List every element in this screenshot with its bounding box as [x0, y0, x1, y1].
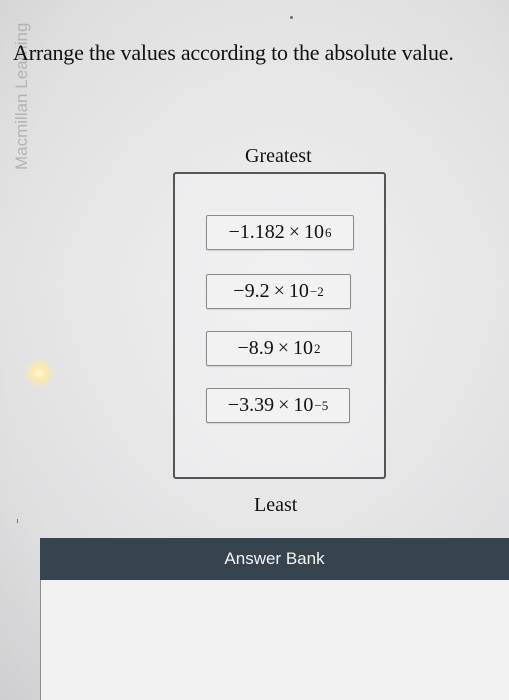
- tile-mantissa: −3.39: [227, 394, 275, 416]
- screen-mark: [17, 519, 18, 523]
- value-tile[interactable]: −1.182 × 10 6: [206, 215, 354, 250]
- times-sign: ×: [273, 280, 285, 302]
- answer-bank-title: Answer Bank: [224, 549, 325, 568]
- question-prompt: Arrange the values according to the abso…: [13, 40, 454, 65]
- value-tile[interactable]: −9.2 × 10 −2: [206, 274, 351, 309]
- tile-base: 10: [304, 221, 325, 243]
- tile-mantissa: −1.182: [228, 221, 285, 243]
- value-tile[interactable]: −3.39 × 10 −5: [206, 388, 350, 423]
- least-label: Least: [254, 494, 298, 516]
- answer-bank-area[interactable]: [40, 580, 509, 700]
- side-watermark: Macmillan Learning: [12, 22, 31, 170]
- value-tile[interactable]: −8.9 × 10 2: [206, 331, 352, 366]
- tile-base: 10: [293, 394, 314, 416]
- greatest-label: Greatest: [245, 145, 312, 167]
- screen-glare: [24, 358, 54, 388]
- tile-mantissa: −9.2: [233, 280, 270, 302]
- answer-bank-header: Answer Bank: [40, 538, 509, 580]
- tile-base: 10: [293, 337, 314, 359]
- times-sign: ×: [288, 221, 301, 243]
- dust-dot: [290, 16, 293, 19]
- tile-mantissa: −8.9: [237, 337, 274, 359]
- times-sign: ×: [278, 394, 290, 416]
- times-sign: ×: [277, 337, 290, 359]
- tile-base: 10: [288, 280, 309, 302]
